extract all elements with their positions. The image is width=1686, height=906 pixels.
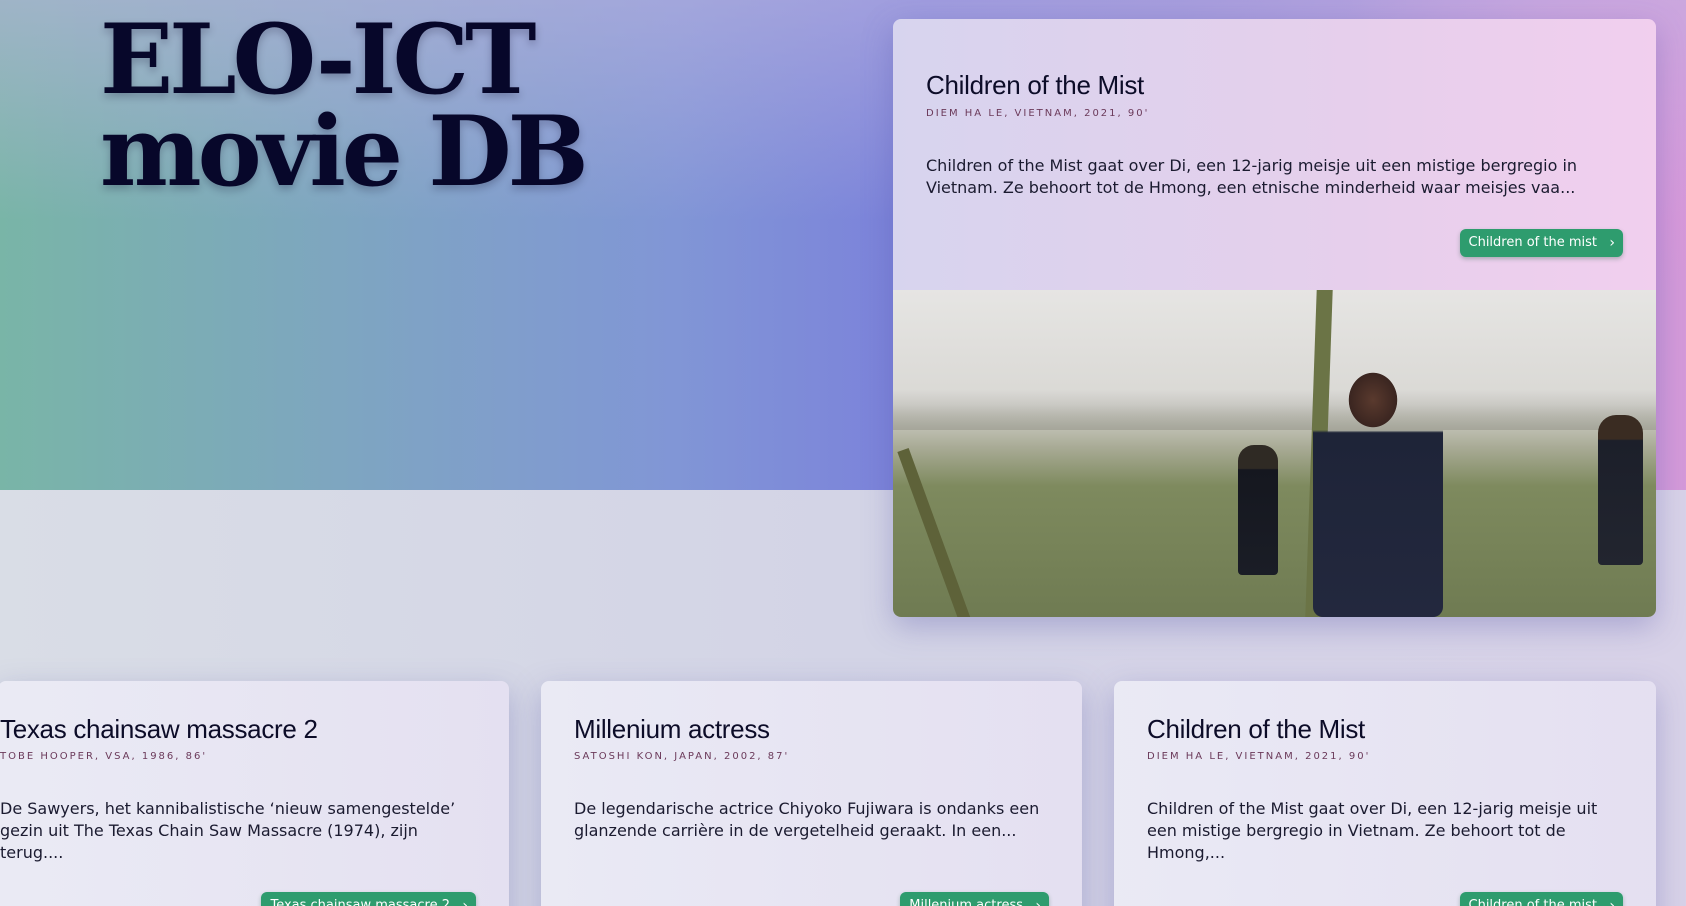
movie-meta: DIEM HA LE, VIETNAM, 2021, 90': [1147, 751, 1371, 762]
site-title-line-1: ELO-ICT: [100, 3, 536, 116]
chevron-right-icon: ›: [1609, 898, 1615, 906]
image-boy-right: [1598, 415, 1643, 565]
featured-movie-image: [893, 290, 1656, 617]
movie-button[interactable]: Millenium actress ›: [900, 892, 1049, 906]
movie-card: Children of the Mist DIEM HA LE, VIETNAM…: [1114, 681, 1656, 906]
chevron-right-icon: ›: [462, 898, 468, 906]
movie-card: Texas chainsaw massacre 2 TOBE HOOPER, V…: [0, 681, 509, 906]
movie-card: Millenium actress SATOSHI KON, JAPAN, 20…: [541, 681, 1082, 906]
featured-movie-title: Children of the Mist: [926, 70, 1144, 100]
featured-movie-button[interactable]: Children of the mist ›: [1459, 229, 1623, 257]
movie-title: Texas chainsaw massacre 2: [0, 714, 318, 744]
movie-button-label: Texas chainsaw massacre 2: [270, 898, 450, 906]
image-girl: [1313, 350, 1443, 617]
movie-meta: SATOSHI KON, JAPAN, 2002, 87': [574, 751, 790, 762]
featured-movie-meta: DIEM HA LE, VIETNAM, 2021, 90': [926, 108, 1150, 119]
movie-button-label: Millenium actress: [909, 898, 1023, 906]
movie-description: De legendarische actrice Chiyoko Fujiwar…: [574, 799, 1040, 840]
movie-title: Children of the Mist: [1147, 714, 1365, 744]
featured-movie-description: Children of the Mist gaat over Di, een 1…: [926, 156, 1578, 197]
movie-meta: TOBE HOOPER, VSA, 1986, 86': [0, 751, 208, 762]
movie-button[interactable]: Children of the mist ›: [1459, 892, 1623, 906]
movie-title: Millenium actress: [574, 714, 770, 744]
site-title: ELO-ICT movie DB: [100, 3, 660, 208]
movie-button[interactable]: Texas chainsaw massacre 2 ›: [261, 892, 476, 906]
featured-movie-card: Children of the Mist DIEM HA LE, VIETNAM…: [893, 19, 1656, 617]
image-fog: [893, 390, 1656, 430]
chevron-right-icon: ›: [1609, 235, 1615, 251]
image-bamboo-pole-left: [897, 447, 971, 617]
featured-movie-button-label: Children of the mist: [1468, 235, 1598, 250]
movie-button-label: Children of the mist: [1468, 898, 1598, 906]
chevron-right-icon: ›: [1035, 898, 1041, 906]
image-boy-left: [1238, 445, 1278, 575]
movie-description: Children of the Mist gaat over Di, een 1…: [1147, 799, 1598, 862]
site-title-line-2: movie DB: [100, 95, 589, 208]
movie-description: De Sawyers, het kannibalistische ‘nieuw …: [0, 799, 456, 862]
